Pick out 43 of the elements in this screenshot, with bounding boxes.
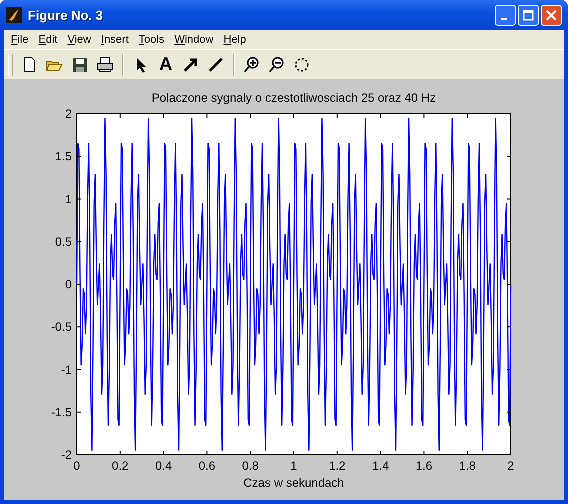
x-axis-label: Czas w sekundach xyxy=(244,476,344,490)
x-tick-label: 1.6 xyxy=(416,459,433,473)
menu-item[interactable]: Insert xyxy=(96,34,134,46)
x-tick-label: 1 xyxy=(290,459,298,473)
y-tick-label: 2 xyxy=(65,107,72,121)
y-tick-label: -2 xyxy=(61,448,72,462)
x-tick-label: 0.2 xyxy=(112,459,129,473)
menu-item[interactable]: Help xyxy=(218,34,252,46)
text-tool-button[interactable]: A xyxy=(155,54,177,76)
printer-icon xyxy=(96,56,114,74)
plot-title: Polaczone sygnaly o czestotliwosciach 25 oraz 40 Hz xyxy=(152,91,436,105)
menu-item[interactable]: File xyxy=(6,34,34,46)
maximize-button[interactable] xyxy=(518,4,539,26)
app-logo-icon xyxy=(6,7,22,23)
x-tick-label: 1.2 xyxy=(329,459,346,473)
x-tick-label: 2 xyxy=(508,459,514,473)
menu-item[interactable]: Window xyxy=(170,34,219,46)
menu-item[interactable]: Edit xyxy=(34,34,63,46)
x-tick-label: 1.8 xyxy=(459,459,476,473)
close-button[interactable] xyxy=(541,4,562,26)
zoom-in-icon xyxy=(243,56,261,74)
x-tick-label: 0.6 xyxy=(198,459,216,473)
x-tick-label: 1.4 xyxy=(372,459,390,473)
x-tick-label: 0.8 xyxy=(242,459,259,473)
close-icon xyxy=(546,10,557,20)
y-tick-label: -1 xyxy=(61,362,72,377)
y-tick-label: 0 xyxy=(65,278,72,292)
minimize-icon xyxy=(501,18,507,20)
menu-item[interactable]: View xyxy=(62,34,96,46)
y-tick-label: -1.5 xyxy=(51,405,72,420)
x-tick-label: 0.4 xyxy=(155,459,172,473)
window-title: Figure No. 3 xyxy=(28,8,104,22)
x-tick-label: 0 xyxy=(74,459,80,473)
line-icon xyxy=(207,56,225,74)
minimize-button[interactable] xyxy=(495,4,516,26)
zoom-out-icon xyxy=(268,56,286,74)
y-tick-label: -0.5 xyxy=(51,320,72,334)
menu-item[interactable]: Tools xyxy=(134,34,170,46)
y-tick-label: 1 xyxy=(65,192,72,206)
y-tick-label: 0.5 xyxy=(55,234,72,249)
maximize-icon xyxy=(523,10,534,20)
rotate-icon xyxy=(293,56,311,74)
y-tick-label: 1.5 xyxy=(55,150,72,164)
